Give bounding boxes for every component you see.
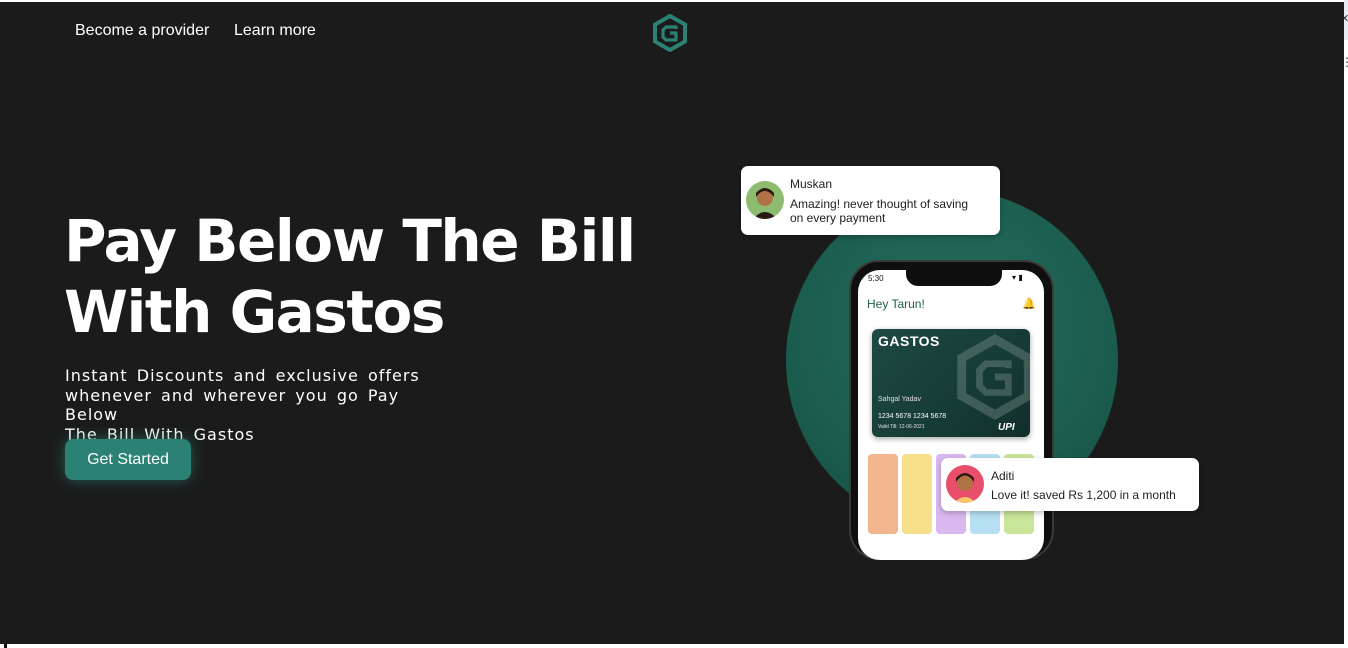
testimonial-message: Love it! saved Rs 1,200 in a month <box>991 488 1176 502</box>
become-provider-link[interactable]: Become a provider <box>75 22 209 40</box>
testimonial-bubble-muskan: Muskan Amazing! never thought of saving … <box>741 166 1000 235</box>
card-number: 1234 5678 1234 5678 <box>878 413 947 420</box>
headline-line-2: With Gastos <box>64 278 445 346</box>
get-started-button[interactable]: Get Started <box>65 439 191 480</box>
hero-subtext: Instant Discounts and exclusive offers w… <box>65 366 455 444</box>
category-tile[interactable] <box>902 454 932 534</box>
headline-line-1: Pay Below The Bill <box>64 207 636 275</box>
testimonial-bubble-aditi: Aditi Love it! saved Rs 1,200 in a month <box>941 458 1199 511</box>
category-tile[interactable] <box>868 454 898 534</box>
upi-logo: UPI <box>998 422 1015 433</box>
card-valid-date: Valid Till: 12-06-2021 <box>878 424 925 430</box>
hero-headline: Pay Below The Bill With Gastos <box>64 206 636 348</box>
testimonial-message-line: Amazing! never thought of saving <box>790 197 969 211</box>
testimonial-message: Amazing! never thought of saving on ever… <box>790 197 968 225</box>
bottom-mark <box>4 644 7 648</box>
landing-page: Become a provider Learn more Pay Below T… <box>0 2 1344 644</box>
gastos-logo-icon[interactable] <box>652 14 688 52</box>
avatar <box>946 465 984 503</box>
avatar <box>746 181 784 219</box>
learn-more-link[interactable]: Learn more <box>234 22 316 40</box>
status-icons: ▾ ▮ <box>1012 273 1023 282</box>
testimonial-name: Muskan <box>790 177 833 191</box>
testimonial-name: Aditi <box>991 469 1015 483</box>
card-holder-name: Sahgal Yadav <box>878 396 921 403</box>
status-time: 5:30 <box>868 274 884 283</box>
subtext-line-1: Instant Discounts and exclusive offers <box>65 366 420 385</box>
card-brand: GASTOS <box>878 333 940 349</box>
subtext-line-2: whenever and wherever you go Pay Below <box>65 385 400 425</box>
greeting-text: Hey Tarun! <box>867 297 925 311</box>
card-watermark-icon <box>957 334 1033 420</box>
phone-notch <box>906 268 1002 286</box>
testimonial-message-line: on every payment <box>790 211 886 225</box>
bell-icon[interactable]: 🔔 <box>1022 297 1036 310</box>
